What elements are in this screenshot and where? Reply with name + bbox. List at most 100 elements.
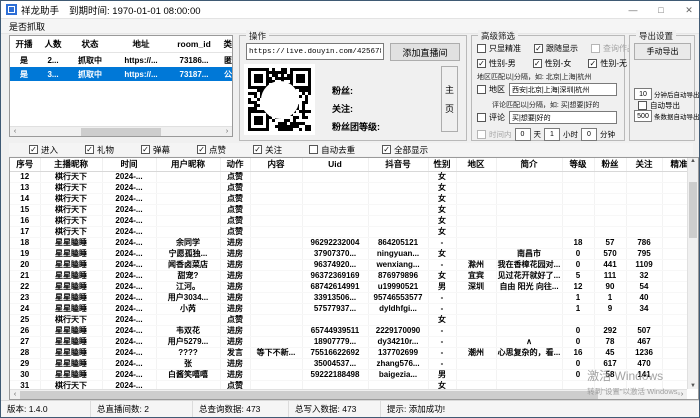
checkbox-danmu[interactable]: ✓弹幕 — [141, 144, 170, 156]
checkbox-show-all[interactable]: ✓全部显示 — [382, 144, 428, 156]
vertical-scrollbar[interactable]: ▲ ▼ — [687, 158, 698, 389]
column-header[interactable]: 时间 — [102, 158, 156, 171]
column-header[interactable]: 简介 — [496, 158, 562, 171]
table-row[interactable]: 27星星瞌睡2024-...用户5279...进房18907779...dy34… — [10, 336, 687, 347]
column-header[interactable]: 内容 — [250, 158, 302, 171]
table-horizontal-scrollbar[interactable]: ‹ › — [10, 389, 687, 399]
manual-export-button[interactable]: 手动导出 — [634, 43, 691, 60]
close-button[interactable]: ✕ — [683, 5, 695, 16]
scroll-down-icon[interactable]: ▼ — [690, 383, 696, 389]
homepage-button[interactable]: 主 页 — [441, 66, 458, 132]
checkbox-icon[interactable] — [477, 44, 486, 53]
checkbox-icon[interactable]: ✓ — [29, 145, 38, 154]
table-row[interactable]: 是2...抓取中https://...73186...匿名 — [10, 53, 233, 68]
region-filter-input[interactable] — [509, 83, 617, 96]
checkbox-follow-display[interactable]: ✓跟随显示 — [534, 43, 578, 54]
checkbox-follow[interactable]: ✓关注 — [253, 144, 282, 156]
export-count-input[interactable] — [634, 110, 652, 122]
table-row[interactable]: 是3...抓取中https://...73187...公开 — [10, 67, 233, 81]
scrollbar-track[interactable] — [688, 164, 698, 383]
rooms-horizontal-scrollbar[interactable]: ‹ › — [10, 126, 232, 136]
tab-capture[interactable]: 是否抓取 — [9, 20, 45, 33]
checkbox-icon[interactable]: ✓ — [85, 145, 94, 154]
column-header[interactable]: 等级 — [562, 158, 594, 171]
column-header[interactable]: 性别 — [428, 158, 456, 171]
checkbox-like[interactable]: ✓点赞 — [197, 144, 226, 156]
table-row[interactable]: 19星星瞌睡2024-...宁愿孤独...进房37907370...ningyu… — [10, 248, 687, 259]
minimize-button[interactable]: — — [627, 5, 639, 15]
scroll-right-icon[interactable]: › — [677, 391, 687, 398]
scrollbar-thumb[interactable] — [20, 391, 598, 399]
table-row[interactable]: 28星星瞌睡2024-...????发言等下不新...7551662269213… — [10, 347, 687, 358]
checkbox-icon[interactable]: ✓ — [534, 44, 543, 53]
scrollbar-track[interactable] — [20, 390, 677, 399]
checkbox-icon[interactable]: ✓ — [382, 145, 391, 154]
column-header[interactable]: room_id — [170, 36, 218, 53]
checkbox-within-time[interactable]: 时间内 — [477, 129, 512, 140]
checkbox-dedupe[interactable]: 自动去重 — [309, 144, 355, 156]
checkbox-icon[interactable]: ✓ — [477, 59, 486, 68]
table-row[interactable]: 20星星瞌睡2024-...闻香卤菜店进房96374920...wenxiang… — [10, 259, 687, 270]
column-header[interactable]: 主播昵称 — [40, 158, 102, 171]
checkbox-icon[interactable] — [477, 130, 486, 139]
scrollbar-track[interactable] — [20, 127, 222, 136]
scroll-left-icon[interactable]: ‹ — [10, 128, 20, 135]
checkbox-icon[interactable]: ✓ — [533, 59, 542, 68]
checkbox-only-precise[interactable]: 只显精准 — [477, 43, 521, 54]
table-row[interactable]: 18星星瞌睡2024-...余同学进房96292232004864205121-… — [10, 237, 687, 248]
column-header[interactable]: 精准 — [662, 158, 687, 171]
checkbox-icon[interactable]: ✓ — [253, 145, 262, 154]
table-row[interactable]: 25棋行天下2024-...点赞女h — [10, 314, 687, 325]
column-header[interactable]: 开播 — [10, 36, 38, 53]
column-header[interactable]: 抖音号 — [368, 158, 428, 171]
table-row[interactable]: 22星星瞌睡2024-...江河。进房68742614991u19990521男… — [10, 281, 687, 292]
checkbox-gift[interactable]: ✓礼物 — [85, 144, 114, 156]
table-row[interactable]: 21星星瞌睡2024-...甜宠?进房96372369169876979896女… — [10, 270, 687, 281]
scroll-left-icon[interactable]: ‹ — [10, 391, 20, 398]
scroll-right-icon[interactable]: › — [222, 128, 232, 135]
column-header[interactable]: 关注 — [626, 158, 662, 171]
column-header[interactable]: 状态 — [68, 36, 112, 53]
checkbox-gender-male[interactable]: ✓性别-男 — [477, 58, 516, 69]
checkbox-icon[interactable] — [591, 44, 600, 53]
column-header[interactable]: 类型 — [218, 36, 233, 53]
table-row[interactable]: 31棋行天下2024-...点赞女h — [10, 380, 687, 389]
column-header[interactable]: 人数 — [38, 36, 68, 53]
checkbox-icon[interactable] — [477, 113, 486, 122]
column-header[interactable]: 地址 — [112, 36, 170, 53]
column-header[interactable]: 粉丝 — [594, 158, 626, 171]
column-header[interactable]: 用户昵称 — [156, 158, 220, 171]
table-row[interactable]: 15棋行天下2024-...点赞女h — [10, 204, 687, 215]
minutes-input[interactable] — [581, 128, 597, 141]
table-row[interactable]: 30星星瞌睡2024-...白酱笑嘻嘻进房59222188498baigezia… — [10, 369, 687, 380]
table-row[interactable]: 12棋行天下2024-...点赞女h — [10, 171, 687, 182]
checkbox-icon[interactable]: ✓ — [141, 145, 150, 154]
table-row[interactable]: 16棋行天下2024-...点赞女h — [10, 215, 687, 226]
comment-filter-input[interactable] — [509, 111, 617, 124]
days-input[interactable] — [515, 128, 531, 141]
column-header[interactable]: 序号 — [10, 158, 40, 171]
checkbox-icon[interactable] — [309, 145, 318, 154]
column-header[interactable]: Uid — [302, 158, 368, 171]
table-row[interactable]: 14棋行天下2024-...点赞女h — [10, 193, 687, 204]
table-row[interactable]: 29星星瞌睡2024-...张进房35004537...zhang576...-… — [10, 358, 687, 369]
checkbox-enter[interactable]: ✓进入 — [29, 144, 58, 156]
live-url-input[interactable] — [246, 43, 384, 60]
checkbox-icon[interactable] — [638, 101, 647, 110]
table-row[interactable]: 24星星瞌睡2024-...小芮进房57577937...dyldhfgi...… — [10, 303, 687, 314]
add-room-button[interactable]: 添加直播间 — [390, 43, 460, 61]
scrollbar-thumb[interactable] — [81, 128, 162, 136]
scrollbar-thumb[interactable] — [689, 182, 697, 239]
checkbox-comment[interactable]: 评论 — [477, 112, 505, 123]
column-header[interactable]: 动作 — [220, 158, 250, 171]
checkbox-icon[interactable]: ✓ — [588, 59, 597, 68]
checkbox-icon[interactable]: ✓ — [197, 145, 206, 154]
table-row[interactable]: 26星星瞌睡2024-...韦双花进房657449395112229170090… — [10, 325, 687, 336]
hours-input[interactable] — [544, 128, 560, 141]
checkbox-icon[interactable] — [477, 85, 486, 94]
checkbox-gender-none[interactable]: ✓性别-无 — [588, 58, 627, 69]
table-row[interactable]: 13棋行天下2024-...点赞女h — [10, 182, 687, 193]
table-row[interactable]: 23星星瞌睡2024-...用户3034...进房33913506...9574… — [10, 292, 687, 303]
checkbox-gender-female[interactable]: ✓性别-女 — [533, 58, 572, 69]
column-header[interactable]: 地区 — [456, 158, 496, 171]
